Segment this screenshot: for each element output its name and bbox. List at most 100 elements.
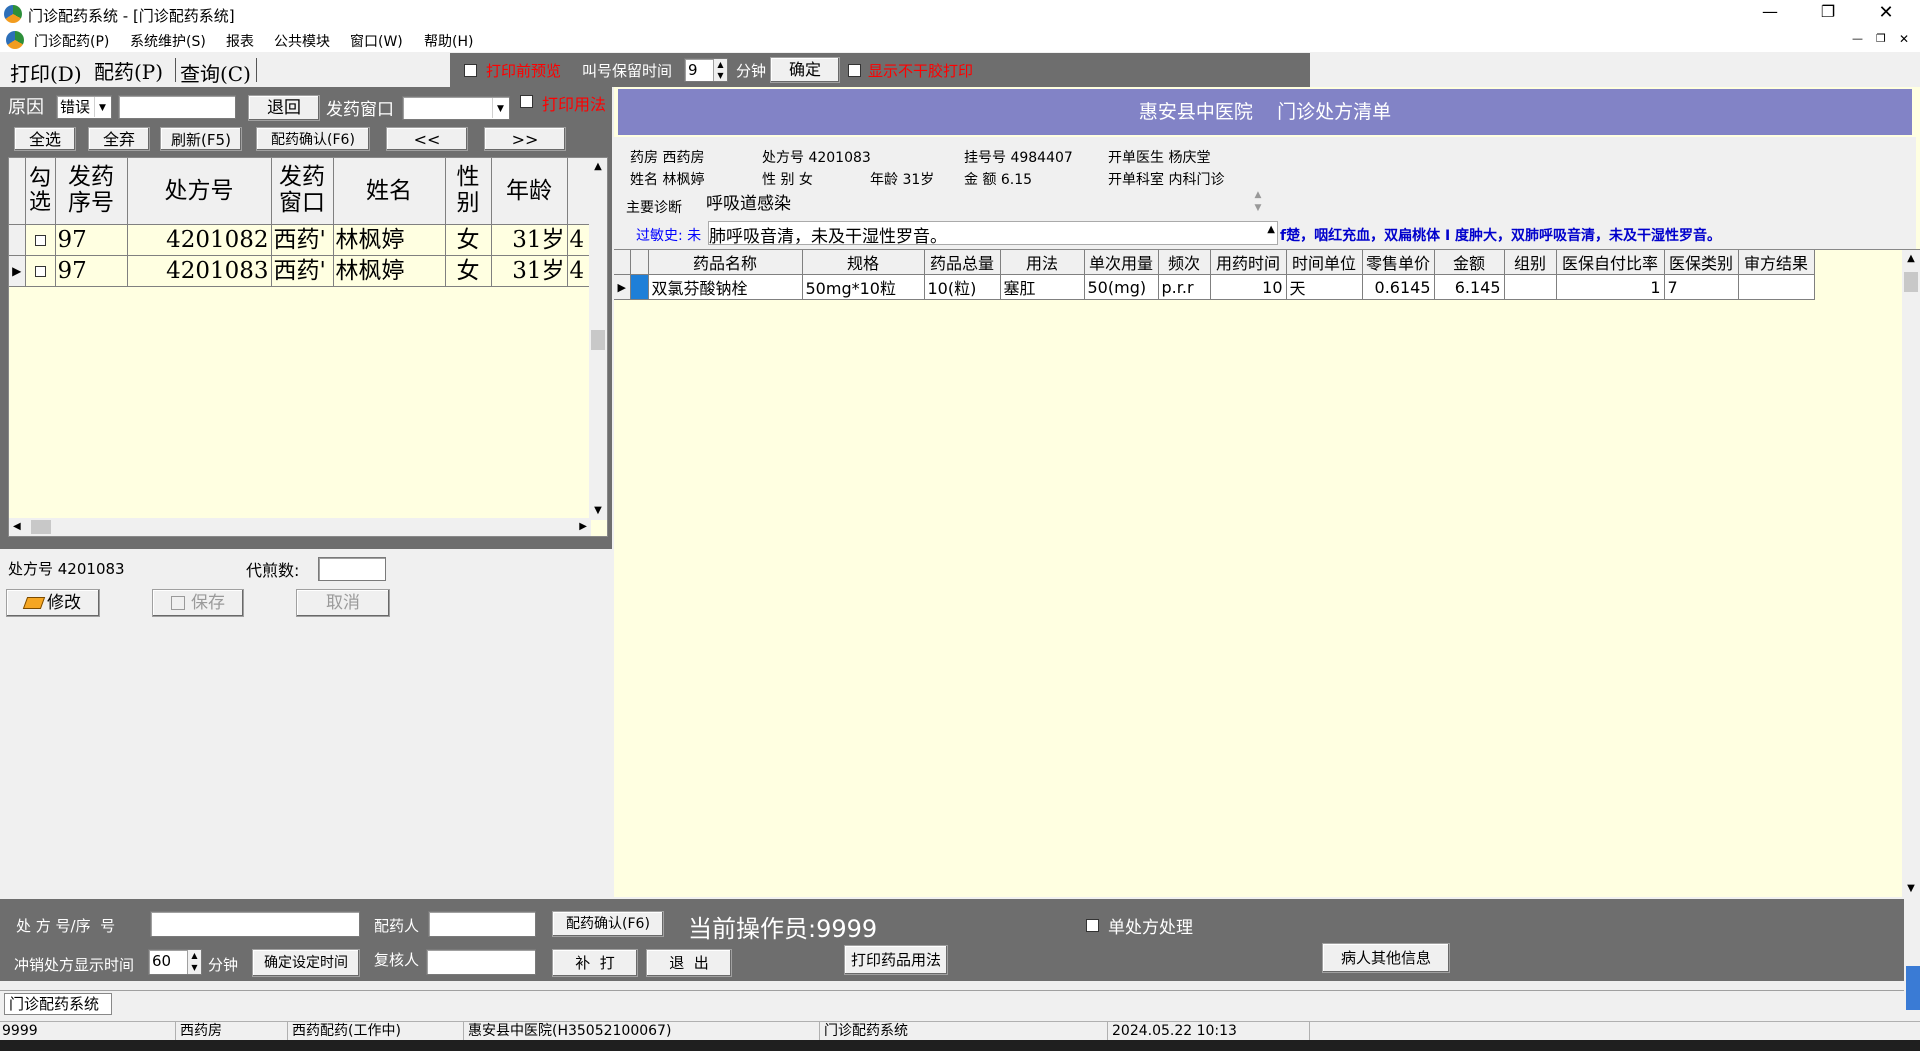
scroll-right-icon[interactable]: ▶ (579, 518, 587, 536)
left-grid-vscrollbar[interactable]: ▲ ▼ (589, 158, 607, 520)
drug-grid-vscrollbar[interactable]: ▲ ▼ (1902, 250, 1920, 898)
bottom-confirm-button[interactable]: 配药确认(F6) (552, 911, 664, 937)
scroll-left-icon[interactable]: ◀ (13, 518, 21, 536)
print-usage-checkbox[interactable] (520, 95, 533, 108)
close-button[interactable]: ✕ (1874, 2, 1898, 23)
column-header[interactable]: 发药序号 (55, 158, 128, 225)
column-header[interactable]: 规格 (802, 250, 925, 275)
print-preview-checkbox[interactable] (464, 64, 477, 77)
diagnosis-textbox[interactable]: 呼吸道感染 ▲ ▼ (706, 189, 1266, 217)
select-checkbox[interactable] (34, 235, 46, 246)
spin-arrows-icon[interactable]: ▲ ▼ (187, 950, 201, 974)
mdi-close-button[interactable]: ✕ (1899, 32, 1909, 46)
cell-rx: 4201082 (127, 224, 272, 256)
single-rx-checkbox[interactable] (1086, 919, 1099, 932)
column-header[interactable]: 频次 (1158, 250, 1211, 275)
dispense-window-select[interactable]: ▼ (402, 96, 510, 120)
restore-button[interactable]: ❐ (1816, 2, 1840, 21)
column-header[interactable]: 组别 (1504, 250, 1557, 275)
mdi-minimize-button[interactable]: — (1852, 32, 1863, 45)
mdi-restore-button[interactable]: ❐ (1876, 32, 1886, 45)
mdi-tab[interactable]: 门诊配药系统 (4, 993, 112, 1015)
refresh-button[interactable]: 刷新(F5) (160, 127, 242, 151)
decoction-input[interactable] (318, 557, 386, 581)
menu-item-window[interactable]: 窗口(W) (350, 31, 403, 51)
scroll-up-icon[interactable]: ▲ (1267, 224, 1275, 235)
row-selector[interactable] (630, 274, 649, 300)
exit-button[interactable]: 退 出 (646, 949, 732, 977)
row-checkbox[interactable] (25, 255, 56, 287)
chevron-down-icon[interactable]: ▼ (94, 97, 110, 117)
column-header[interactable]: 单次用量 (1084, 250, 1159, 275)
column-header[interactable]: 姓名 (333, 158, 446, 225)
window-title: 门诊配药系统 - [门诊配药系统] (28, 7, 235, 25)
menu-item-dispense[interactable]: 门诊配药(P) (34, 31, 109, 51)
menu-item-report[interactable]: 报表 (226, 31, 254, 51)
next-button[interactable]: >> (484, 127, 566, 151)
column-header[interactable]: 医保自付比率 (1556, 250, 1665, 275)
left-grid-hscrollbar[interactable]: ◀ ▶ (9, 518, 591, 536)
row-checkbox[interactable] (25, 224, 56, 256)
exam-textbox[interactable]: 肺呼吸音清，未及干湿性罗音。 ▲ (708, 221, 1278, 247)
scroll-up-icon[interactable]: ▲ (1902, 250, 1920, 268)
tab-dispense[interactable]: 配药(P) (94, 56, 163, 85)
patient-info-button[interactable]: 病人其他信息 (1322, 943, 1450, 973)
print-usage-button[interactable]: 打印药品用法 (844, 945, 948, 975)
column-header[interactable]: 药品名称 (648, 250, 803, 275)
scroll-down-icon[interactable]: ▼ (589, 502, 607, 520)
minimize-button[interactable]: — (1758, 2, 1782, 21)
tab-print[interactable]: 打印(D) (10, 58, 82, 87)
confirm-button[interactable]: 确定 (770, 57, 840, 83)
column-header[interactable]: 时间单位 (1286, 250, 1363, 275)
status-system: 门诊配药系统 (822, 1022, 1108, 1040)
modify-button[interactable]: 修改 (6, 589, 100, 617)
spin-arrows-icon[interactable]: ▲ ▼ (713, 59, 727, 81)
column-header[interactable]: 处方号 (127, 158, 272, 225)
cancel-button[interactable]: 取消 (296, 589, 390, 617)
reprint-button[interactable]: 补 打 (552, 949, 638, 977)
writeoff-stepper[interactable]: 60 ▲ ▼ (148, 949, 202, 975)
scroll-thumb[interactable] (1904, 272, 1918, 292)
prev-button[interactable]: << (386, 127, 468, 151)
column-header[interactable]: 年龄 (491, 158, 568, 225)
table-row[interactable]: 97 4201082 西药' 林枫婷 女 31岁 4 (9, 224, 598, 256)
table-row[interactable]: ▶ 97 4201083 西药' 林枫婷 女 31岁 4 (9, 255, 598, 287)
menu-item-help[interactable]: 帮助(H) (424, 31, 473, 51)
column-header[interactable]: 药品总量 (924, 250, 1001, 275)
table-row[interactable]: ▶ 双氯芬酸钠栓 50mg*10粒 10(粒) 塞肛 50(mg) p.r.r … (614, 274, 1815, 300)
column-header[interactable]: 审方结果 (1738, 250, 1815, 275)
scroll-thumb[interactable] (591, 330, 605, 350)
return-button[interactable]: 退回 (248, 95, 320, 121)
tab-query[interactable]: 查询(C) (180, 58, 251, 87)
cell-price: 0.6145 (1362, 274, 1435, 300)
scroll-up-icon[interactable]: ▲ (589, 158, 607, 176)
scroll-arrows-icon[interactable]: ▲ ▼ (1250, 189, 1266, 215)
select-checkbox[interactable] (34, 266, 46, 277)
dispense-confirm-button[interactable]: 配药确认(F6) (256, 127, 370, 151)
set-time-button[interactable]: 确定设定时间 (252, 949, 360, 977)
column-header[interactable]: 勾选 (25, 158, 56, 225)
call-keep-stepper[interactable]: 9 ▲ ▼ (684, 58, 728, 82)
scroll-down-icon[interactable]: ▼ (1902, 880, 1920, 898)
menu-item-system[interactable]: 系统维护(S) (130, 31, 206, 51)
show-no-dry-checkbox[interactable] (848, 64, 861, 77)
column-header[interactable]: 零售单价 (1362, 250, 1435, 275)
right-panel: 惠安县中医院 门诊处方清单 药房 西药房 处方号 4201083 挂号号 498… (614, 87, 1920, 898)
rx-seq-input[interactable] (150, 911, 360, 937)
menu-item-public[interactable]: 公共模块 (274, 31, 330, 51)
scroll-thumb[interactable] (31, 520, 51, 534)
reason-text-input[interactable] (118, 95, 236, 119)
select-all-button[interactable]: 全选 (14, 127, 76, 151)
save-button[interactable]: 保存 (152, 589, 244, 617)
chevron-down-icon[interactable]: ▼ (492, 98, 508, 118)
column-header[interactable]: 金额 (1434, 250, 1505, 275)
discard-all-button[interactable]: 全弃 (88, 127, 150, 151)
reviewer-input[interactable] (426, 949, 536, 975)
dispenser-input[interactable] (428, 911, 536, 937)
column-header[interactable]: 用法 (1000, 250, 1085, 275)
column-header[interactable]: 用药时间 (1210, 250, 1287, 275)
column-header[interactable]: 医保类别 (1664, 250, 1739, 275)
column-header[interactable]: 发药窗口 (271, 158, 334, 225)
reason-select[interactable]: 错误 ▼ (56, 95, 112, 119)
column-header[interactable]: 性别 (445, 158, 492, 225)
